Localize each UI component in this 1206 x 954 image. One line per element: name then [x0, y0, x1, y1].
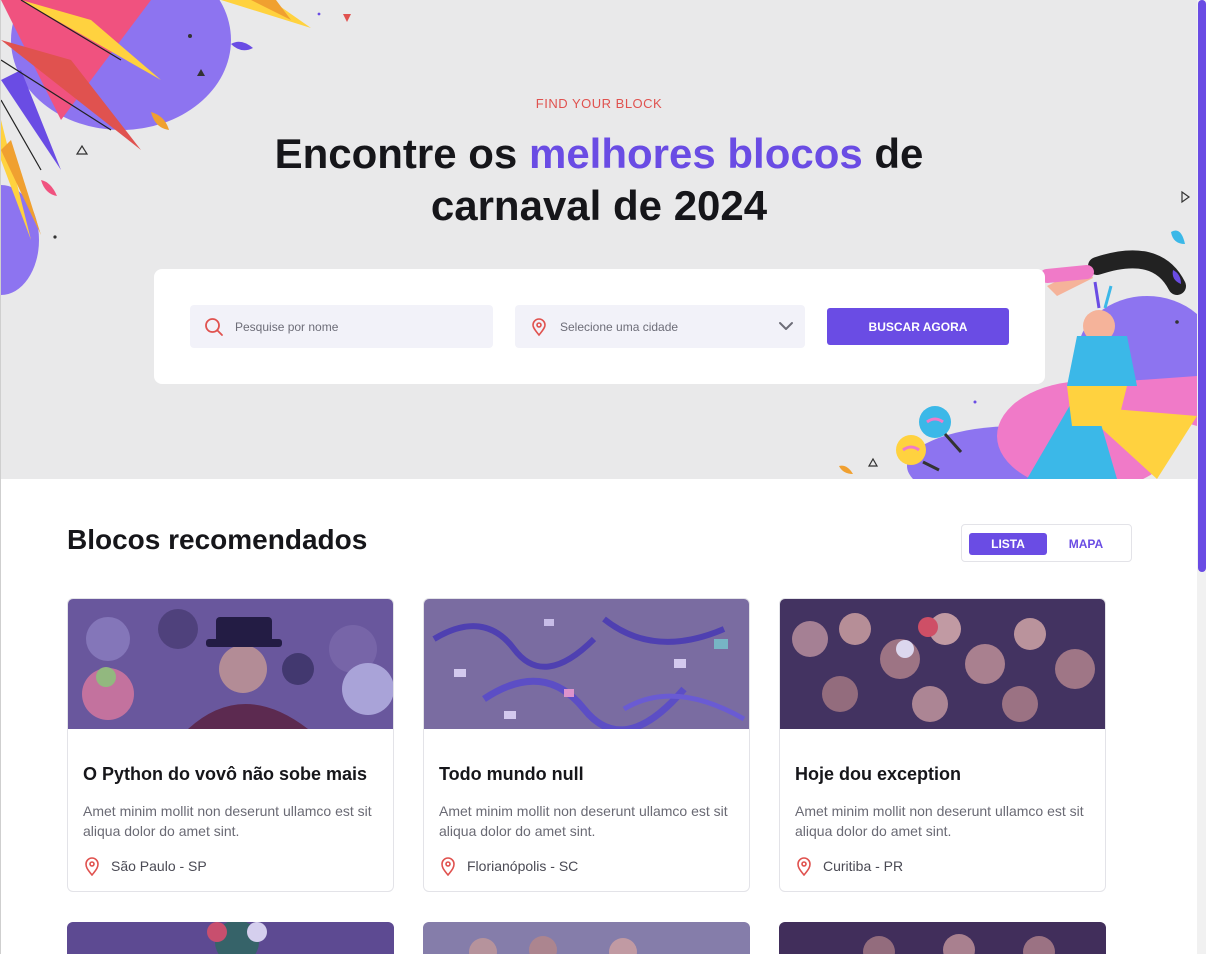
search-card: Pesquise por nome Selecione uma cidade B…: [154, 269, 1045, 384]
block-card-location: São Paulo - SP: [83, 856, 207, 876]
block-card-description: Amet minim mollit non deserunt ullamco e…: [795, 803, 1084, 839]
search-button[interactable]: BUSCAR AGORA: [827, 308, 1009, 345]
block-card-title: Todo mundo null: [439, 764, 584, 784]
block-card-location: Curitiba - PR: [795, 856, 903, 876]
headline-part1: Encontre os: [274, 130, 529, 177]
block-card-description: Amet minim mollit non deserunt ullamco e…: [439, 803, 728, 839]
page-scrollbar[interactable]: [1197, 0, 1206, 954]
block-card-location: Florianópolis - SC: [439, 856, 578, 876]
block-card-location-text: Florianópolis - SC: [467, 858, 579, 874]
map-pin-icon: [439, 856, 457, 876]
block-card-description: Amet minim mollit non deserunt ullamco e…: [83, 803, 372, 839]
map-pin-icon: [795, 856, 813, 876]
scrollbar-thumb[interactable]: [1198, 0, 1206, 572]
hero-eyebrow: FIND YOUR BLOCK: [535, 96, 663, 111]
block-card-location-text: São Paulo - SP: [111, 858, 207, 874]
headline-line2: carnaval de 2024: [430, 182, 768, 229]
block-card[interactable]: O Python do vovô não sobe mais Amet mini…: [67, 598, 394, 892]
block-card-partial[interactable]: [779, 922, 1106, 954]
search-name-placeholder: Pesquise por nome: [235, 319, 339, 334]
hero-section: FIND YOUR BLOCK Encontre os melhores blo…: [1, 0, 1197, 479]
section-title: Blocos recomendados: [67, 524, 368, 555]
headline-accent: melhores blocos: [528, 130, 863, 177]
map-pin-icon: [529, 317, 549, 337]
block-card-title: O Python do vovô não sobe mais: [83, 764, 368, 784]
block-card-photo: [68, 599, 393, 729]
search-icon: [204, 317, 224, 337]
block-card[interactable]: Hoje dou exception Amet minim mollit non…: [779, 598, 1106, 892]
block-card-partial[interactable]: [423, 922, 750, 954]
block-card-photo: [424, 599, 749, 729]
view-toggle-map[interactable]: MAPA: [1054, 533, 1118, 555]
city-select[interactable]: Selecione uma cidade: [515, 305, 805, 348]
city-select-placeholder: Selecione uma cidade: [560, 319, 679, 334]
view-toggle-list[interactable]: LISTA: [969, 533, 1047, 555]
view-toggle: LISTA MAPA: [961, 524, 1132, 562]
block-card-partial[interactable]: [67, 922, 394, 954]
hero-headline: Encontre os melhores blocos de carnaval …: [1, 128, 1197, 232]
block-card-title: Hoje dou exception: [795, 764, 962, 784]
headline-part2: de: [862, 130, 924, 177]
chevron-down-icon: [777, 317, 795, 335]
map-pin-icon: [83, 856, 101, 876]
block-card[interactable]: Todo mundo null Amet minim mollit non de…: [423, 598, 750, 892]
block-card-location-text: Curitiba - PR: [823, 858, 904, 874]
search-name-input[interactable]: Pesquise por nome: [190, 305, 493, 348]
block-card-photo: [780, 599, 1105, 729]
